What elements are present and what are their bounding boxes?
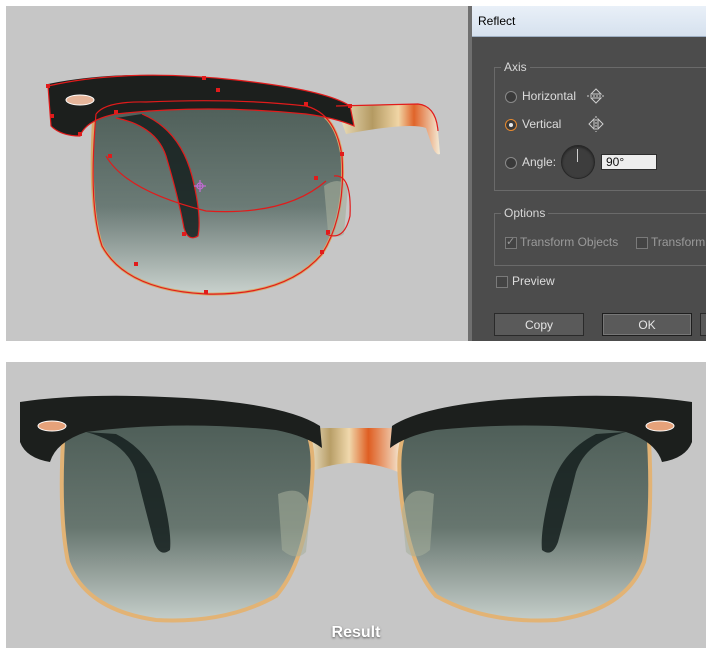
- transform-patterns-checkbox[interactable]: [636, 237, 648, 249]
- cancel-button[interactable]: [700, 313, 706, 336]
- bottom-panel: Result: [6, 362, 706, 648]
- angle-radio[interactable]: [505, 157, 517, 169]
- angle-label: Angle:: [522, 155, 557, 169]
- glasses-half[interactable]: [48, 74, 440, 296]
- preview-checkbox[interactable]: [496, 276, 508, 288]
- transform-objects-checkbox[interactable]: [505, 235, 517, 249]
- horizontal-radio[interactable]: [505, 91, 517, 103]
- top-panel: Reflect Axis Horizontal Vertical Angle: …: [6, 6, 706, 341]
- horizontal-label: Horizontal: [522, 89, 577, 103]
- transform-patterns-label: Transform: [651, 235, 706, 249]
- horizontal-axis-icon: [587, 88, 605, 104]
- vertical-label: Vertical: [522, 117, 562, 131]
- result-caption: Result: [331, 624, 381, 641]
- preview-label: Preview: [512, 274, 555, 288]
- angle-dial[interactable]: [561, 145, 595, 179]
- options-group-label: Options: [501, 206, 549, 220]
- dialog-title: Reflect: [478, 14, 516, 28]
- options-group: Options Transform Objects Transform: [494, 206, 706, 266]
- copy-button[interactable]: Copy: [494, 313, 584, 336]
- dialog-titlebar[interactable]: Reflect: [472, 6, 706, 37]
- axis-group: Axis Horizontal Vertical Angle: 90°: [494, 60, 706, 191]
- axis-group-label: Axis: [501, 60, 530, 74]
- artboard-top: [46, 74, 440, 296]
- reflect-dialog: Reflect Axis Horizontal Vertical Angle: …: [468, 6, 706, 341]
- result-artboard: [20, 395, 692, 623]
- transform-objects-label: Transform Objects: [520, 235, 619, 249]
- ok-button[interactable]: OK: [602, 313, 692, 336]
- angle-input[interactable]: 90°: [601, 154, 657, 170]
- vertical-radio[interactable]: [505, 119, 517, 131]
- vertical-axis-icon: [588, 116, 604, 132]
- result-glasses: [20, 395, 692, 623]
